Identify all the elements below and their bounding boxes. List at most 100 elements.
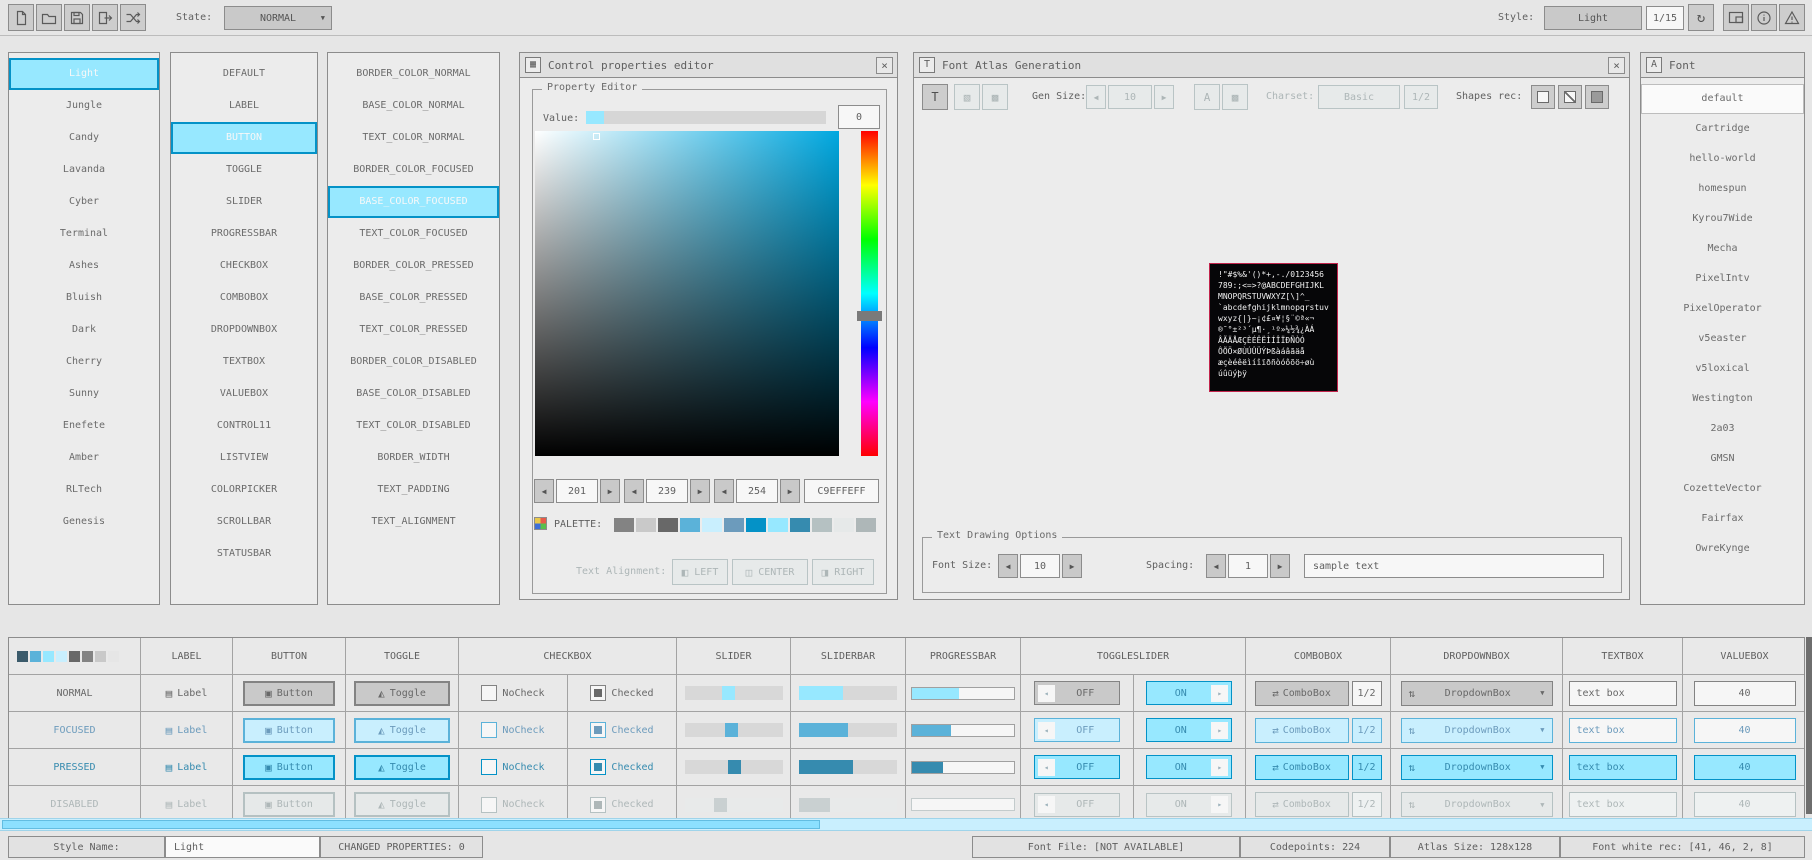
demo-combobox[interactable]: ⇄ ComboBox [1255, 792, 1349, 817]
demo-toggle[interactable]: ◭ Toggle [354, 718, 450, 743]
style-dropdown[interactable]: Light [1544, 6, 1642, 30]
control-item[interactable]: PROGRESSBAR [171, 218, 317, 250]
property-item[interactable]: BASE_COLOR_NORMAL [328, 90, 499, 122]
color-swatch[interactable] [790, 518, 810, 532]
slider-handle[interactable] [714, 798, 727, 812]
demo-button[interactable]: ▣ Button [243, 681, 335, 706]
color-swatch[interactable] [746, 518, 766, 532]
demo-dropdownbox[interactable]: ⇅ DropdownBox ▼ [1401, 755, 1553, 780]
style-counter-button[interactable]: 1/15 [1646, 6, 1684, 30]
control-item[interactable]: BUTTON [171, 122, 317, 154]
demo-textbox[interactable]: text box [1569, 681, 1677, 706]
font-item[interactable]: CozetteVector [1641, 474, 1804, 504]
font-size-decrease-button[interactable]: ◀ [998, 554, 1018, 578]
value-slider[interactable] [586, 111, 826, 124]
demo-toggle[interactable]: ◭ Toggle [354, 755, 450, 780]
property-item[interactable]: BORDER_WIDTH [328, 442, 499, 474]
demo-combobox-counter[interactable]: 1/2 [1352, 681, 1382, 706]
demo-button[interactable]: ▣ Button [243, 792, 335, 817]
style-item[interactable]: Lavanda [9, 154, 159, 186]
demo-button[interactable]: ▣ Button [243, 718, 335, 743]
color-swatch[interactable] [702, 518, 722, 532]
sample-text-input[interactable]: sample text [1304, 554, 1604, 578]
color-swatch[interactable] [17, 651, 28, 662]
style-item[interactable]: Sunny [9, 378, 159, 410]
font-item[interactable]: Cartridge [1641, 114, 1804, 144]
color-swatch[interactable] [768, 518, 788, 532]
demo-toggle[interactable]: ◭ Toggle [354, 792, 450, 817]
demo-valuebox[interactable]: 40 [1694, 718, 1796, 743]
shapes-rec-diagonal-button[interactable] [1558, 85, 1582, 109]
demo-slider[interactable] [685, 798, 783, 812]
value-box[interactable]: 0 [838, 105, 880, 129]
slider-handle[interactable] [725, 723, 738, 737]
red-increase-button[interactable]: ▶ [600, 479, 620, 503]
spacing-value[interactable]: 1 [1228, 554, 1268, 578]
control-item[interactable]: SLIDER [171, 186, 317, 218]
report-issue-button[interactable] [1779, 4, 1805, 31]
demo-checkbox-unchecked[interactable]: NoCheck [459, 675, 567, 711]
property-item[interactable]: TEXT_COLOR_FOCUSED [328, 218, 499, 250]
demo-dropdownbox[interactable]: ⇅ DropdownBox ▼ [1401, 681, 1553, 706]
demo-toggleslider-on[interactable]: ON ▸ [1146, 755, 1232, 779]
demo-sliderbar[interactable] [799, 686, 897, 700]
demo-slider[interactable] [685, 760, 783, 774]
hue-bar[interactable] [861, 131, 878, 456]
spacing-decrease-button[interactable]: ◀ [1206, 554, 1226, 578]
green-value-box[interactable]: 239 [646, 479, 688, 503]
demo-checkbox-unchecked[interactable]: NoCheck [459, 749, 567, 785]
color-swatch[interactable] [856, 518, 876, 532]
font-item[interactable]: PixelIntv [1641, 264, 1804, 294]
control-item[interactable]: LABEL [171, 90, 317, 122]
property-item[interactable]: BASE_COLOR_DISABLED [328, 378, 499, 410]
spacing-increase-button[interactable]: ▶ [1270, 554, 1290, 578]
hue-handle[interactable] [857, 311, 882, 321]
state-dropdown[interactable]: NORMAL ▼ [224, 6, 332, 30]
control-item[interactable]: TEXTBOX [171, 346, 317, 378]
color-swatch[interactable] [834, 518, 854, 532]
editor-titlebar[interactable]: ▦ Control properties editor [520, 53, 897, 78]
demo-textbox[interactable]: text box [1569, 718, 1677, 743]
demo-valuebox[interactable]: 40 [1694, 681, 1796, 706]
atlas-view-button[interactable]: ▩ [982, 84, 1008, 110]
red-decrease-button[interactable]: ◀ [534, 479, 554, 503]
property-item[interactable]: BORDER_COLOR_DISABLED [328, 346, 499, 378]
reload-style-button[interactable]: ↻ [1688, 4, 1714, 31]
style-item[interactable]: Candy [9, 122, 159, 154]
about-button[interactable] [1751, 4, 1777, 31]
demo-combobox[interactable]: ⇄ ComboBox [1255, 681, 1349, 706]
font-size-increase-button[interactable]: ▶ [1062, 554, 1082, 578]
control-item[interactable]: LISTVIEW [171, 442, 317, 474]
charset-edit-button[interactable]: ▩ [1222, 84, 1248, 110]
font-item[interactable]: Kyrou7Wide [1641, 204, 1804, 234]
demo-textbox[interactable]: text box [1569, 792, 1677, 817]
image-mode-button[interactable]: ▧ [954, 84, 980, 110]
property-item[interactable]: BORDER_COLOR_FOCUSED [328, 154, 499, 186]
demo-toggleslider-off[interactable]: ◂ OFF [1034, 718, 1120, 742]
demo-checkbox-checked[interactable]: Checked [567, 749, 676, 785]
color-swatch[interactable] [69, 651, 80, 662]
demo-toggleslider-on[interactable]: ON ▸ [1146, 718, 1232, 742]
color-swatch[interactable] [82, 651, 93, 662]
style-item[interactable]: Ashes [9, 250, 159, 282]
style-item[interactable]: Light [9, 58, 159, 90]
align-right-button[interactable]: ◨ RIGHT [812, 559, 874, 585]
slider-handle[interactable] [728, 760, 741, 774]
demo-checkbox-unchecked[interactable]: NoCheck [459, 712, 567, 748]
shapes-rec-fill-button[interactable] [1585, 85, 1609, 109]
font-item[interactable]: OwreKynge [1641, 534, 1804, 564]
gen-size-decrease-button[interactable]: ◀ [1086, 85, 1106, 109]
font-item[interactable]: Mecha [1641, 234, 1804, 264]
demo-slider[interactable] [685, 686, 783, 700]
gen-size-value[interactable]: 10 [1108, 85, 1152, 109]
demo-textbox[interactable]: text box [1569, 755, 1677, 780]
style-item[interactable]: Jungle [9, 90, 159, 122]
property-item[interactable]: BASE_COLOR_PRESSED [328, 282, 499, 314]
demo-combobox[interactable]: ⇄ ComboBox [1255, 755, 1349, 780]
demo-slider[interactable] [685, 723, 783, 737]
green-increase-button[interactable]: ▶ [690, 479, 710, 503]
shapes-rec-white-button[interactable] [1531, 85, 1555, 109]
style-item[interactable]: Amber [9, 442, 159, 474]
atlas-titlebar[interactable]: T Font Atlas Generation [914, 53, 1629, 78]
load-style-button[interactable] [36, 4, 62, 31]
